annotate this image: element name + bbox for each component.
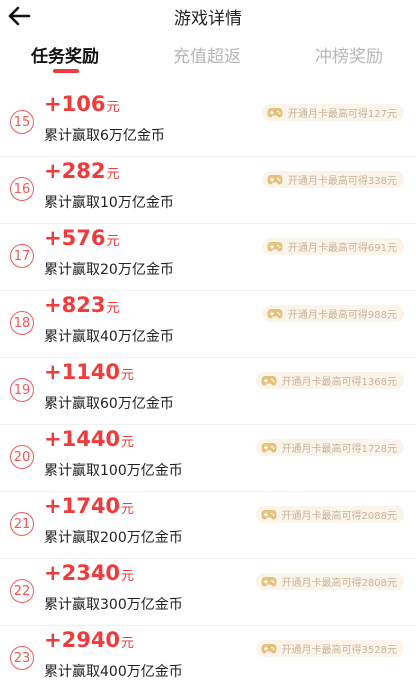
monthly-card-badge-text: 开通月卡最高可得2088元	[281, 511, 397, 522]
reward-unit: 元	[121, 435, 135, 450]
tab-recharge-rebate[interactable]: 充值超返	[173, 42, 241, 67]
task-description: 累计赢取200万亿金币	[44, 530, 183, 546]
task-description: 累计赢取10万亿金币	[44, 195, 174, 211]
monthly-card-badge[interactable]: 开通月卡最高可得2808元	[255, 573, 404, 590]
top-bar: 游戏详情	[0, 0, 416, 34]
level-number-badge: 17	[10, 244, 34, 268]
monthly-card-badge-text: 开通月卡最高可得127元	[287, 109, 397, 120]
task-description: 累计赢取400万亿金币	[44, 664, 183, 680]
reward-amount: +823元	[44, 293, 119, 317]
reward-value: +576	[44, 226, 106, 250]
reward-row: 23 +2940元累计赢取400万亿金币 开通月卡最高可得3528元	[0, 626, 416, 692]
monthly-card-badge-text: 开通月卡最高可得2808元	[281, 578, 397, 589]
monthly-card-badge-text: 开通月卡最高可得338元	[287, 176, 397, 187]
reward-value: +282	[44, 159, 106, 183]
page-title: 游戏详情	[174, 9, 242, 29]
gamepad-icon	[261, 510, 277, 520]
monthly-card-badge[interactable]: 开通月卡最高可得1368元	[255, 372, 404, 389]
level-number-badge: 19	[10, 378, 34, 402]
reward-unit: 元	[121, 569, 135, 584]
reward-row: 18 +823元累计赢取40万亿金币 开通月卡最高可得988元	[0, 291, 416, 358]
monthly-card-badge[interactable]: 开通月卡最高可得338元	[261, 171, 404, 188]
reward-value: +106	[44, 92, 106, 116]
reward-amount: +1440元	[44, 427, 134, 451]
reward-amount: +1140元	[44, 360, 134, 384]
reward-row: 15 +106元累计赢取6万亿金币 开通月卡最高可得127元	[0, 90, 416, 157]
reward-amount: +282元	[44, 159, 119, 183]
monthly-card-badge-text: 开通月卡最高可得988元	[287, 310, 397, 321]
task-description: 累计赢取100万亿金币	[44, 463, 183, 479]
active-tab-indicator	[53, 69, 79, 73]
reward-amount: +1740元	[44, 494, 134, 518]
reward-value: +2940	[44, 628, 121, 652]
monthly-card-badge[interactable]: 开通月卡最高可得691元	[261, 238, 404, 255]
gamepad-icon	[267, 108, 283, 118]
monthly-card-badge-text: 开通月卡最高可得691元	[287, 243, 397, 254]
reward-value: +1740	[44, 494, 121, 518]
monthly-card-badge[interactable]: 开通月卡最高可得127元	[261, 104, 404, 121]
reward-amount: +576元	[44, 226, 119, 250]
reward-unit: 元	[106, 301, 120, 316]
level-number-badge: 20	[10, 445, 34, 469]
reward-unit: 元	[106, 234, 120, 249]
reward-value: +1140	[44, 360, 121, 384]
task-description: 累计赢取20万亿金币	[44, 262, 174, 278]
reward-value: +823	[44, 293, 106, 317]
monthly-card-badge-text: 开通月卡最高可得1368元	[281, 377, 397, 388]
task-description: 累计赢取40万亿金币	[44, 329, 174, 345]
gamepad-icon	[267, 175, 283, 185]
task-description: 累计赢取6万亿金币	[44, 128, 165, 144]
level-number-badge: 22	[10, 579, 34, 603]
level-number-badge: 16	[10, 177, 34, 201]
reward-amount: +106元	[44, 92, 119, 116]
reward-unit: 元	[121, 636, 135, 651]
reward-value: +1440	[44, 427, 121, 451]
reward-list: 15 +106元 累计赢取6万亿金币 开通月卡最高可得127元 16 +282元 累计赢取1…	[0, 90, 416, 692]
reward-row: 21 +1740元累计赢取200万亿金币 开通月卡最高可得2088元	[0, 492, 416, 559]
reward-unit: 元	[106, 100, 120, 115]
level-number-badge: 21	[10, 512, 34, 536]
gamepad-icon	[261, 644, 277, 654]
gamepad-icon	[267, 242, 283, 252]
reward-unit: 元	[121, 502, 135, 517]
gamepad-icon	[261, 376, 277, 386]
level-number-badge: 18	[10, 311, 34, 335]
tab-task-rewards[interactable]: 任务奖励	[31, 42, 99, 67]
reward-unit: 元	[106, 167, 120, 182]
reward-row: 20 +1440元累计赢取100万亿金币 开通月卡最高可得1728元	[0, 425, 416, 492]
task-description: 累计赢取60万亿金币	[44, 396, 174, 412]
task-description: 累计赢取300万亿金币	[44, 597, 183, 613]
gamepad-icon	[261, 443, 277, 453]
reward-row: 22 +2340元累计赢取300万亿金币 开通月卡最高可得2808元	[0, 559, 416, 626]
reward-amount: +2340元	[44, 561, 134, 585]
gamepad-icon	[261, 577, 277, 587]
monthly-card-badge[interactable]: 开通月卡最高可得2088元	[255, 506, 404, 523]
reward-row: 17 +576元累计赢取20万亿金币 开通月卡最高可得691元	[0, 224, 416, 291]
monthly-card-badge[interactable]: 开通月卡最高可得1728元	[255, 439, 404, 456]
reward-value: +2340	[44, 561, 121, 585]
monthly-card-badge[interactable]: 开通月卡最高可得3528元	[255, 640, 404, 657]
level-number-badge: 23	[10, 646, 34, 670]
level-number-badge: 15	[10, 110, 34, 134]
reward-unit: 元	[121, 368, 135, 383]
gamepad-icon	[267, 309, 283, 319]
reward-amount: +2940元	[44, 628, 134, 652]
monthly-card-badge-text: 开通月卡最高可得3528元	[281, 645, 397, 656]
monthly-card-badge-text: 开通月卡最高可得1728元	[281, 444, 397, 455]
reward-row: 19 +1140元累计赢取60万亿金币 开通月卡最高可得1368元	[0, 358, 416, 425]
monthly-card-badge[interactable]: 开通月卡最高可得988元	[261, 305, 404, 322]
tab-ranking-rewards[interactable]: 冲榜奖励	[315, 42, 383, 67]
reward-row: 16 +282元累计赢取10万亿金币 开通月卡最高可得338元	[0, 157, 416, 224]
